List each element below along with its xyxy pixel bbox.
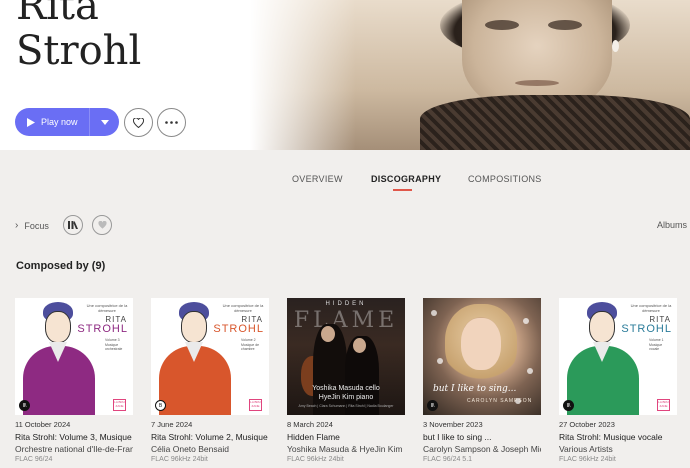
- cover-bokeh: [523, 318, 529, 324]
- play-button-group: Play now: [15, 108, 119, 136]
- cover-volume: Volume 2 Musique de chambre: [241, 338, 260, 351]
- play-now-label: Play now: [41, 117, 78, 127]
- play-now-button[interactable]: Play now: [15, 108, 89, 136]
- album-cover[interactable]: but I like to sing... CAROLYN SAMPSON Ⅱ\: [423, 298, 541, 415]
- publisher-logo: LA BRU ZANE: [657, 399, 670, 411]
- cover-bokeh: [431, 310, 437, 316]
- cover-face: [461, 318, 501, 370]
- cover-title: but I like to sing...: [433, 384, 517, 394]
- album-artist[interactable]: Célia Oneto Bensaid: [151, 444, 269, 454]
- album-date: 8 March 2024: [287, 420, 333, 429]
- photo-mouth: [515, 80, 559, 86]
- cover-performer: Yoshika Masuda cello: [312, 385, 380, 392]
- label-logo-icon: Ⅱ\: [19, 400, 30, 411]
- more-icon: [165, 121, 178, 124]
- cover-tagline: Une compositrice de la démesure: [86, 303, 128, 313]
- photo-earring: [612, 40, 619, 52]
- cover-volume: Volume 3 Musique orchestrale: [105, 338, 123, 351]
- cover-face: [181, 311, 207, 343]
- album-format: FLAC 96kHz 24bit: [151, 456, 208, 463]
- artist-name-line2: Strohl: [16, 28, 142, 74]
- label-filter-icon: [68, 221, 78, 229]
- album-title[interactable]: Hidden Flame: [287, 432, 405, 442]
- section-title: Composed by (9): [16, 260, 106, 272]
- album-cover[interactable]: Une compositrice de la démesure RITA STR…: [559, 298, 677, 415]
- album-format: FLAC 96kHz 24bit: [287, 456, 344, 463]
- album-cover[interactable]: Une compositrice de la démesure RITA STR…: [151, 298, 269, 415]
- album-format: FLAC 96kHz 24bit: [559, 456, 616, 463]
- album-cover[interactable]: Une compositrice de la démesure RITA STR…: [15, 298, 133, 415]
- heart-icon: [133, 117, 144, 128]
- artist-hero: Rita Strohl Play now: [0, 0, 690, 150]
- label-logo-icon: Ⅱ\: [563, 400, 574, 411]
- publisher-logo: LA BRU ZANE: [249, 399, 262, 411]
- cover-artist: CAROLYN SAMPSON: [467, 398, 533, 404]
- favorites-filter-button[interactable]: [92, 215, 112, 235]
- album-card[interactable]: Une compositrice de la démesure RITA STR…: [559, 298, 677, 463]
- album-title[interactable]: Rita Strohl: Musique vocale: [559, 432, 677, 442]
- play-options-dropdown[interactable]: [89, 108, 119, 136]
- cover-bokeh: [527, 368, 533, 374]
- cover-last-name: STROHL: [621, 323, 672, 335]
- cover-last-name: STROHL: [77, 323, 128, 335]
- active-tab-indicator: [393, 189, 412, 191]
- publisher-logo: LA BRU ZANE: [113, 399, 126, 411]
- tab-discography[interactable]: DISCOGRAPHY: [371, 174, 441, 184]
- album-title[interactable]: Rita Strohl: Volume 2, Musique de chambr…: [151, 432, 269, 442]
- cover-bokeh: [437, 358, 443, 364]
- label-logo-icon: Ⅱ\: [427, 400, 438, 411]
- cover-face: [45, 311, 71, 343]
- photo-eye: [548, 20, 582, 30]
- album-title[interactable]: but I like to sing ...: [423, 432, 541, 442]
- album-card[interactable]: but I like to sing... CAROLYN SAMPSON Ⅱ\…: [423, 298, 541, 463]
- photo-eye: [485, 20, 519, 30]
- focus-toggle[interactable]: › Focus: [15, 220, 49, 231]
- tab-compositions[interactable]: COMPOSITIONS: [468, 174, 542, 184]
- cover-performer: HyeJin Kim piano: [318, 394, 374, 401]
- tab-overview[interactable]: OVERVIEW: [292, 174, 343, 184]
- cover-title-large: FLAME: [293, 308, 399, 333]
- cover-head: [353, 338, 366, 353]
- more-options-button[interactable]: [157, 108, 186, 137]
- cover-title-small: HIDDEN: [325, 301, 367, 307]
- album-artist[interactable]: Carolyn Sampson & Joseph Middleton: [423, 444, 541, 454]
- cover-tagline: Une compositrice de la démesure: [222, 303, 264, 313]
- cover-volume: Volume 1 Musique vocale: [649, 338, 664, 351]
- album-date: 27 October 2023: [559, 420, 615, 429]
- focus-label: Focus: [24, 220, 49, 231]
- album-card[interactable]: Une compositrice de la démesure RITA STR…: [15, 298, 133, 463]
- photo-collar: [420, 95, 690, 150]
- artist-name: Rita Strohl: [16, 0, 141, 74]
- cover-last-name: STROHL: [213, 323, 264, 335]
- album-format: FLAC 96/24: [15, 456, 53, 463]
- album-artist[interactable]: Various Artists: [559, 444, 677, 454]
- album-date: 11 October 2024: [15, 420, 71, 429]
- albums-filter-dropdown[interactable]: Albums: [657, 220, 687, 230]
- album-title[interactable]: Rita Strohl: Volume 3, Musique orchestra…: [15, 432, 133, 442]
- album-cover[interactable]: FLAME HIDDEN Yoshika Masuda cello HyeJin…: [287, 298, 405, 415]
- album-card[interactable]: Une compositrice de la démesure RITA STR…: [151, 298, 269, 463]
- album-date: 3 November 2023: [423, 420, 483, 429]
- cover-tagline: Une compositrice de la démesure: [630, 303, 672, 313]
- artist-tabs: OVERVIEW DISCOGRAPHY COMPOSITIONS: [0, 174, 690, 194]
- album-format: FLAC 96/24 5.1: [423, 456, 473, 463]
- label-logo-icon: B: [155, 400, 166, 411]
- album-artist[interactable]: Orchestre national d'Ile-de-France: [15, 444, 133, 454]
- favorite-button[interactable]: [124, 108, 153, 137]
- album-artist[interactable]: Yoshika Masuda & HyeJin Kim: [287, 444, 405, 454]
- cover-face: [589, 311, 615, 343]
- album-date: 7 June 2024: [151, 420, 193, 429]
- play-icon: [27, 117, 35, 127]
- cover-composers: Amy Beach | Clara Schumann | Rita Strohl…: [298, 404, 394, 408]
- chevron-down-icon: [100, 119, 109, 125]
- chevron-right-icon: ›: [15, 220, 19, 231]
- heart-filter-icon: [97, 221, 107, 229]
- cover-performers: Yoshika Masuda cello HyeJin Kim piano: [287, 384, 405, 402]
- label-filter-button[interactable]: [63, 215, 83, 235]
- artist-name-line1: Rita: [16, 0, 99, 29]
- album-card[interactable]: FLAME HIDDEN Yoshika Masuda cello HyeJin…: [287, 298, 405, 463]
- cover-head: [321, 326, 335, 342]
